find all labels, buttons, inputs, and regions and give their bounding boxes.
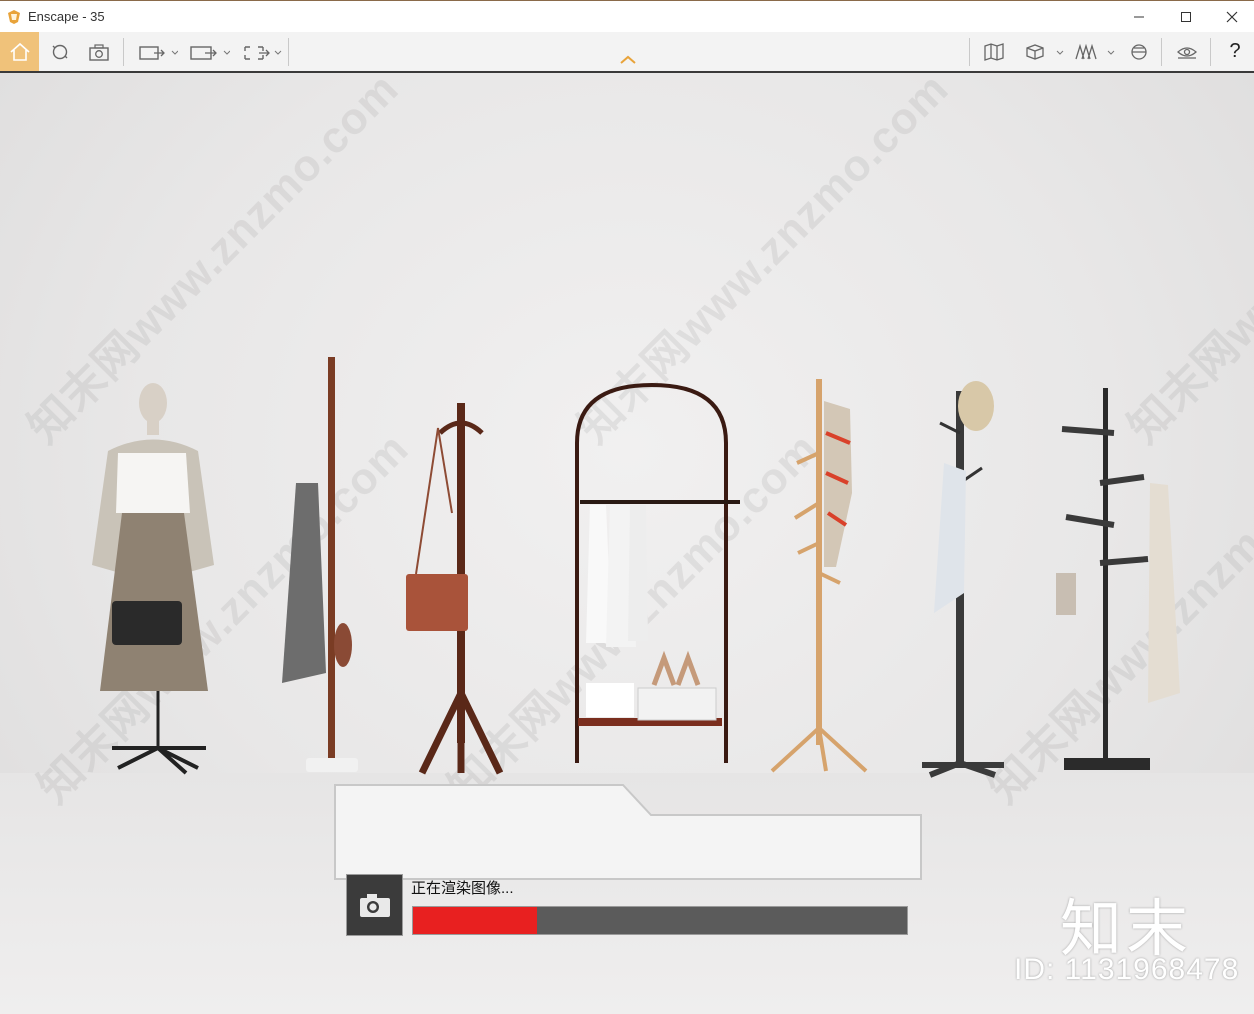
visual-settings-button[interactable] — [1124, 32, 1154, 71]
render-camera-box — [346, 874, 403, 936]
mannequin[interactable] — [92, 383, 214, 775]
maximize-button[interactable] — [1163, 1, 1209, 33]
coat-stand-1[interactable] — [282, 357, 358, 772]
title-bar: Enscape - 35 — [0, 0, 1254, 32]
brand-id: ID: 1131968478 — [1014, 953, 1240, 986]
coat-stand-4[interactable] — [922, 381, 1004, 778]
close-button[interactable] — [1209, 1, 1254, 33]
camera-icon — [89, 43, 109, 61]
toolbar-separator — [1210, 38, 1211, 66]
toolbar-separator — [123, 38, 124, 66]
asset-library-dropdown[interactable] — [1072, 32, 1120, 71]
orbit-button[interactable] — [44, 32, 76, 71]
minimize-icon — [1134, 16, 1144, 18]
video-dropdown-icon — [190, 45, 230, 60]
help-button[interactable]: ? — [1218, 32, 1252, 71]
help-icon: ? — [1229, 40, 1241, 62]
toolbar-separator — [288, 38, 289, 66]
render-progress-fill — [413, 907, 537, 934]
orbit-icon — [52, 44, 68, 59]
coat-stand-5[interactable] — [1056, 388, 1180, 770]
video-dropdown[interactable] — [186, 32, 232, 71]
toolbar: ? — [0, 32, 1254, 73]
collapse-toolbar-chevron-icon — [620, 55, 636, 64]
close-icon — [1226, 11, 1238, 23]
toolbar-separator — [969, 38, 970, 66]
panorama-dropdown-icon — [244, 45, 282, 60]
render-status-panel — [334, 784, 922, 880]
enscape-logo-icon — [8, 10, 20, 24]
views-dropdown[interactable] — [1018, 32, 1068, 71]
camera-icon — [359, 894, 390, 917]
visual-settings-icon — [1131, 43, 1147, 60]
map-icon — [984, 42, 1004, 61]
batch-render-dropdown[interactable] — [134, 32, 180, 71]
window-title: Enscape - 35 — [28, 9, 105, 24]
render-progress-bar — [412, 906, 908, 935]
home-button[interactable] — [0, 32, 39, 71]
vr-headset-icon — [1177, 46, 1197, 59]
maximize-icon — [1181, 12, 1191, 22]
panorama-dropdown[interactable] — [240, 32, 284, 71]
minimize-button[interactable] — [1116, 1, 1162, 33]
coat-stand-3[interactable] — [770, 379, 868, 773]
home-icon — [9, 42, 30, 61]
render-status-label: 正在渲染图像... — [411, 880, 514, 897]
asset-library-icon — [1075, 43, 1115, 59]
map-button[interactable] — [978, 32, 1010, 71]
screenshot-button[interactable] — [84, 32, 114, 71]
toolbar-separator — [1161, 38, 1162, 66]
vr-headset-button[interactable] — [1170, 32, 1204, 71]
collapse-toolbar-button[interactable] — [618, 52, 638, 66]
coat-stand-2[interactable] — [406, 403, 504, 775]
garment-rack[interactable] — [575, 382, 740, 763]
capture-dropdown-icon — [139, 45, 178, 60]
cube-view-icon — [1026, 43, 1064, 60]
